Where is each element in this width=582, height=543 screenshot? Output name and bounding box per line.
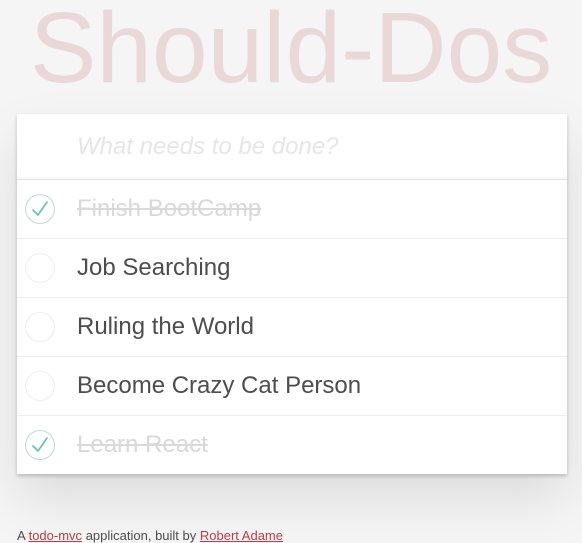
- new-todo-row: [17, 114, 567, 180]
- todo-label[interactable]: Become Crazy Cat Person: [77, 357, 361, 415]
- todo-item: Learn React: [17, 416, 567, 474]
- todo-mvc-link[interactable]: todo-mvc: [29, 528, 82, 543]
- todo-toggle-checkbox[interactable]: [25, 194, 55, 224]
- todo-label[interactable]: Finish BootCamp: [77, 180, 261, 238]
- todo-label[interactable]: Ruling the World: [77, 298, 254, 356]
- footer-prefix: A: [17, 528, 25, 543]
- todo-item: Ruling the World: [17, 298, 567, 357]
- todo-toggle-checkbox[interactable]: [25, 253, 55, 283]
- todo-item: Job Searching: [17, 239, 567, 298]
- app-title: Should-Dos: [29, 0, 553, 104]
- todo-toggle-checkbox[interactable]: [25, 371, 55, 401]
- todo-item: Finish BootCamp: [17, 180, 567, 239]
- checkmark-icon: [32, 201, 48, 216]
- todo-label[interactable]: Job Searching: [77, 239, 230, 297]
- todo-toggle-checkbox[interactable]: [25, 430, 55, 460]
- new-todo-input[interactable]: [17, 114, 567, 179]
- footer-middle: application, built by: [85, 528, 197, 543]
- todo-list: Finish BootCamp Job Searching Ruling the…: [17, 180, 567, 474]
- checkmark-icon: [32, 437, 48, 452]
- todo-item: Become Crazy Cat Person: [17, 357, 567, 416]
- footer-info: A todo-mvc application, built by Robert …: [17, 528, 283, 543]
- todo-label[interactable]: Learn React: [77, 416, 208, 474]
- author-link[interactable]: Robert Adame: [200, 528, 283, 543]
- todo-card: Finish BootCamp Job Searching Ruling the…: [17, 114, 567, 474]
- todo-toggle-checkbox[interactable]: [25, 312, 55, 342]
